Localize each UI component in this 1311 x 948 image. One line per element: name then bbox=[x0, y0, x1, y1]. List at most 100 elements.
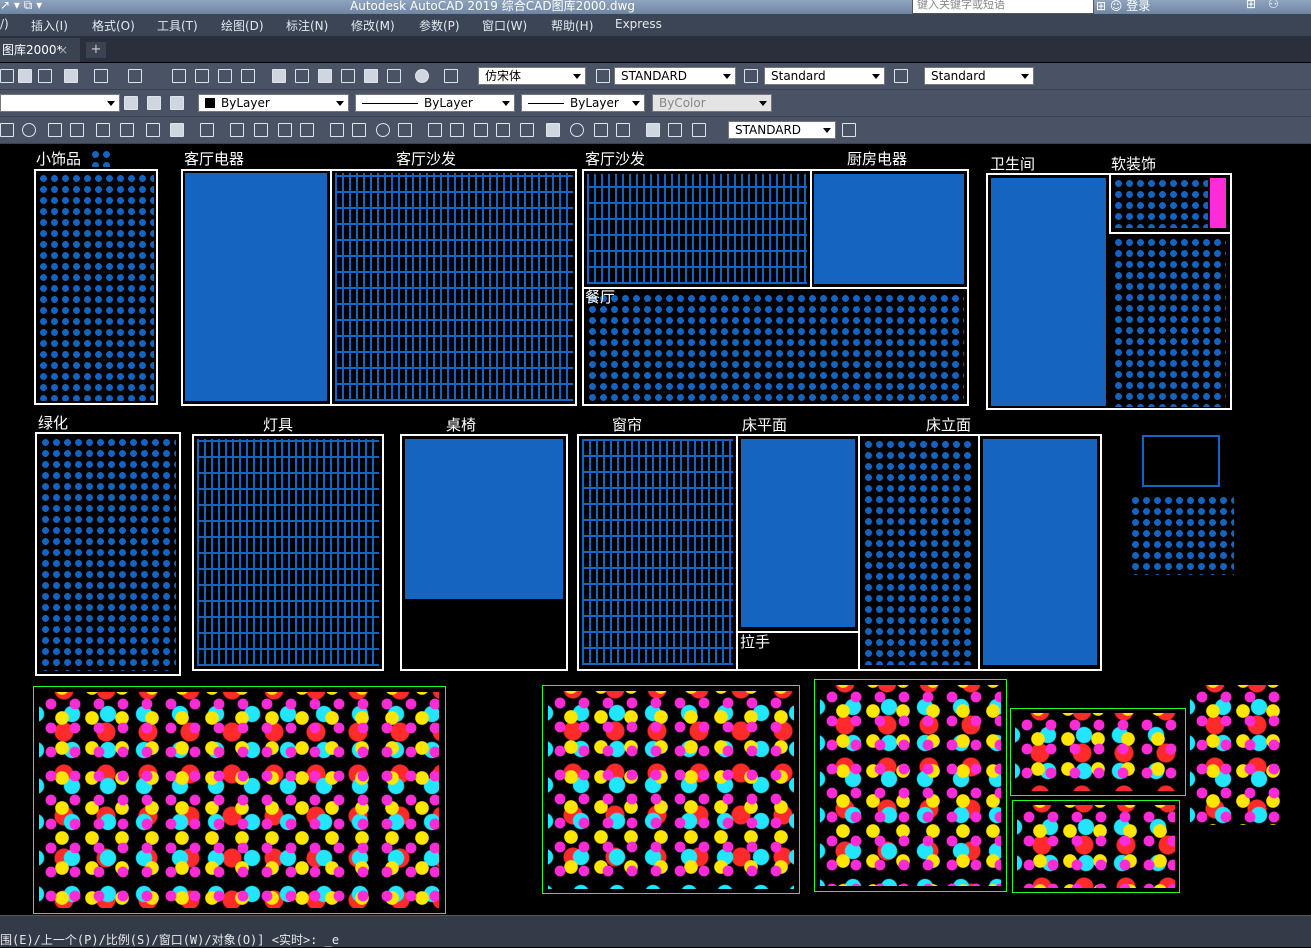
file-tab-label: 图库2000* bbox=[2, 43, 63, 57]
markup-icon[interactable] bbox=[364, 69, 378, 83]
sign-in-button[interactable]: 登录 bbox=[1126, 0, 1150, 13]
curtain-blocks bbox=[582, 439, 733, 665]
diameter-icon[interactable] bbox=[376, 123, 390, 137]
color-misc-blocks bbox=[1190, 685, 1280, 825]
quick-dim-icon[interactable] bbox=[200, 123, 214, 137]
tolerance-icon[interactable] bbox=[546, 123, 560, 137]
jogged-linear-icon[interactable] bbox=[616, 123, 630, 137]
perpendicular-icon[interactable] bbox=[48, 123, 62, 137]
calculator-icon[interactable] bbox=[387, 69, 401, 83]
layer-properties-icon[interactable] bbox=[124, 96, 138, 110]
pan-icon[interactable] bbox=[172, 69, 186, 83]
lineweight-dropdown[interactable]: ByLayer bbox=[521, 94, 645, 112]
linear-dim-icon[interactable] bbox=[230, 123, 244, 137]
properties-icon[interactable] bbox=[272, 69, 286, 83]
undo-icon[interactable] bbox=[94, 69, 108, 83]
text-style-dropdown[interactable]: 仿宋体 bbox=[478, 67, 586, 85]
snap-settings-icon[interactable] bbox=[170, 123, 184, 137]
layer-dropdown[interactable] bbox=[0, 94, 120, 112]
zoom-previous-icon[interactable] bbox=[241, 69, 255, 83]
radius-icon[interactable] bbox=[330, 123, 344, 137]
quick-access-arrow-icon[interactable]: ↗ ▾ ⧉ ▾ bbox=[0, 0, 42, 13]
dim-text-edit-icon[interactable] bbox=[668, 123, 682, 137]
table-style-icon[interactable] bbox=[744, 69, 758, 83]
paste-icon[interactable] bbox=[18, 69, 32, 83]
dim-style-dropdown[interactable]: STANDARD bbox=[614, 67, 736, 85]
menu-item-window[interactable]: 窗口(W) bbox=[482, 17, 527, 34]
brush-icon[interactable] bbox=[64, 69, 78, 83]
user-icon[interactable]: ☺ bbox=[1110, 0, 1123, 13]
multileader-style-dropdown[interactable]: Standard bbox=[924, 67, 1034, 85]
match-icon[interactable] bbox=[38, 69, 52, 83]
binoculars-icon[interactable]: ⊞ bbox=[1096, 0, 1106, 13]
menu-item-partial[interactable]: /) bbox=[0, 17, 9, 31]
label-kitchen: 厨房电器 bbox=[847, 150, 908, 168]
new-tab-button[interactable]: + bbox=[86, 42, 106, 58]
color-dining-blocks bbox=[39, 692, 439, 908]
drawing-canvas[interactable]: 小饰品 客厅电器 客厅沙发 客厅沙发 厨房电器 餐厅 卫生间 软装饰 绿化 灯具… bbox=[0, 145, 1311, 915]
menu-item-format[interactable]: 格式(O) bbox=[92, 17, 135, 34]
parallel-icon[interactable] bbox=[70, 123, 84, 137]
menu-item-help[interactable]: 帮助(H) bbox=[551, 17, 593, 34]
dim-style-dropdown-2[interactable]: STANDARD bbox=[728, 121, 836, 139]
inspect-icon[interactable] bbox=[594, 123, 608, 137]
menu-item-tools[interactable]: 工具(T) bbox=[157, 17, 198, 34]
quick-dimension-icon[interactable] bbox=[428, 123, 442, 137]
text-style-icon[interactable] bbox=[444, 69, 458, 83]
dim-edit-icon[interactable] bbox=[646, 123, 660, 137]
table-style-dropdown[interactable]: Standard bbox=[764, 67, 885, 85]
linetype-dropdown[interactable]: ByLayer bbox=[355, 94, 515, 112]
dim-style-icon[interactable] bbox=[596, 69, 610, 83]
lineweight-sample bbox=[528, 103, 564, 104]
rotate-icon[interactable] bbox=[22, 123, 36, 137]
snap-from-icon[interactable] bbox=[146, 123, 160, 137]
menu-item-modify[interactable]: 修改(M) bbox=[351, 17, 395, 34]
menu-item-express[interactable]: Express bbox=[615, 17, 662, 31]
space-icon[interactable] bbox=[496, 123, 510, 137]
jogged-icon[interactable] bbox=[352, 123, 366, 137]
new-icon[interactable] bbox=[0, 69, 14, 83]
multileader-style-icon[interactable] bbox=[894, 69, 908, 83]
menu-item-parameter[interactable]: 参数(P) bbox=[419, 17, 460, 34]
node-icon[interactable] bbox=[120, 123, 134, 137]
ordinate-icon[interactable] bbox=[300, 123, 314, 137]
sheet-set-icon[interactable] bbox=[341, 69, 355, 83]
redo-icon[interactable] bbox=[128, 69, 142, 83]
color-dropdown[interactable]: ByLayer bbox=[198, 94, 349, 112]
help-icon[interactable] bbox=[415, 69, 429, 83]
center-mark-icon[interactable] bbox=[570, 123, 584, 137]
zoom-realtime-icon[interactable] bbox=[195, 69, 209, 83]
zoom-window-icon[interactable] bbox=[218, 69, 232, 83]
search-input[interactable]: 键入关键字或短语 bbox=[912, 0, 1094, 14]
menu-item-draw[interactable]: 绘图(D) bbox=[221, 17, 264, 34]
label-curtains: 窗帘 bbox=[612, 416, 643, 434]
extension-icon[interactable] bbox=[96, 123, 110, 137]
menu-item-dimension[interactable]: 标注(N) bbox=[286, 17, 328, 34]
angular-icon[interactable] bbox=[398, 123, 412, 137]
break-icon[interactable] bbox=[520, 123, 534, 137]
tool-palette-icon[interactable] bbox=[318, 69, 332, 83]
dim-style-manager-icon[interactable] bbox=[842, 123, 856, 137]
label-soft: 软装饰 bbox=[1111, 155, 1157, 173]
file-tab[interactable]: 图库2000* × bbox=[0, 38, 80, 62]
close-tab-icon[interactable]: × bbox=[58, 38, 68, 62]
continue-icon[interactable] bbox=[474, 123, 488, 137]
layer-previous-icon[interactable] bbox=[170, 96, 184, 110]
snap-icon[interactable] bbox=[0, 123, 14, 137]
frame-bath-color bbox=[1012, 800, 1180, 893]
design-center-icon[interactable] bbox=[295, 69, 309, 83]
label-bathroom: 卫生间 bbox=[990, 155, 1036, 173]
layer-current-icon[interactable] bbox=[147, 96, 161, 110]
toolbar-dimension: STANDARD bbox=[0, 117, 1311, 144]
menu-bar: /) 插入(I) 格式(O) 工具(T) 绘图(D) 标注(N) 修改(M) 参… bbox=[0, 14, 1311, 36]
label-handle: 拉手 bbox=[740, 633, 771, 651]
account-icon[interactable]: ⚇ bbox=[1268, 0, 1279, 11]
baseline-icon[interactable] bbox=[450, 123, 464, 137]
arc-length-icon[interactable] bbox=[278, 123, 292, 137]
menu-item-insert[interactable]: 插入(I) bbox=[31, 17, 68, 34]
aligned-dim-icon[interactable] bbox=[254, 123, 268, 137]
exchange-icon[interactable]: ⊞ bbox=[1246, 0, 1256, 11]
command-line[interactable]: 围(E)/上一个(P)/比例(S)/窗口(W)/对象(O)] <实时>: _e bbox=[0, 915, 1311, 947]
toolbar-standard: 仿宋体 STANDARD Standard Standard bbox=[0, 63, 1311, 90]
dim-update-icon[interactable] bbox=[692, 123, 706, 137]
